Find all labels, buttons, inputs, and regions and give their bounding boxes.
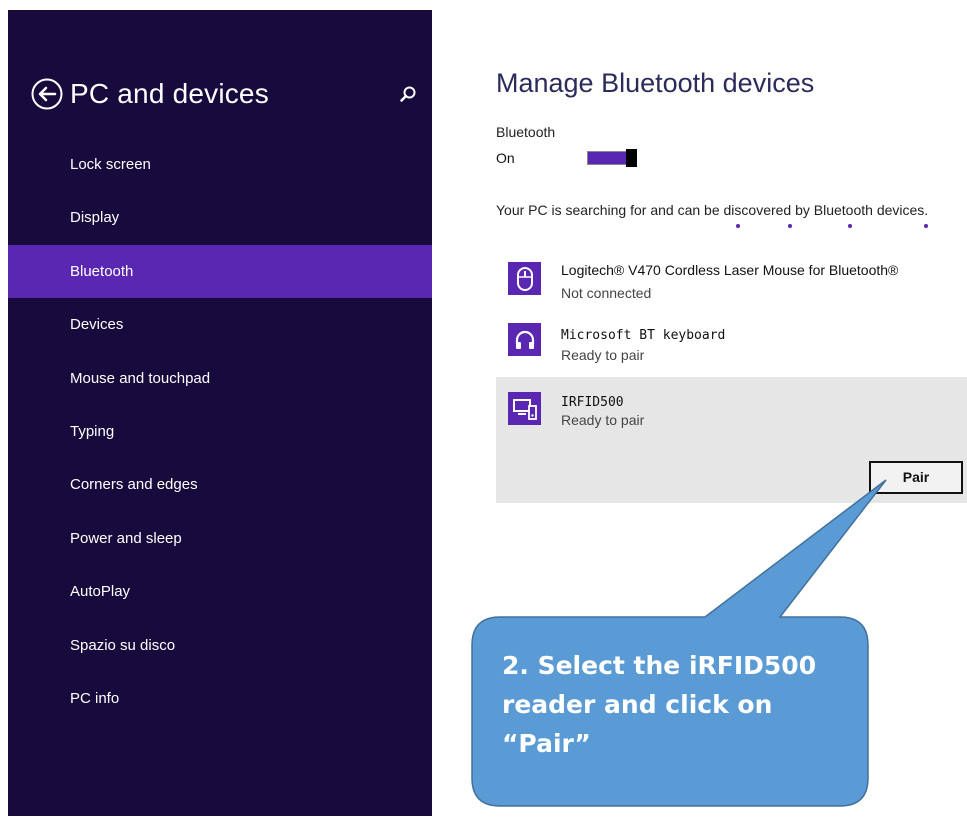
sidebar-item-pc-info[interactable]: PC info [8, 672, 432, 725]
sidebar-item-devices[interactable]: Devices [8, 298, 432, 351]
mouse-icon [508, 262, 541, 295]
sidebar-item-autoplay[interactable]: AutoPlay [8, 565, 432, 618]
toggle-track [587, 151, 627, 165]
search-icon[interactable] [398, 84, 418, 104]
sidebar-item-corners-and-edges[interactable]: Corners and edges [8, 458, 432, 511]
progress-dot [924, 224, 928, 228]
sidebar-item-disk-space[interactable]: Spazio su disco [8, 619, 432, 672]
device-status: Ready to pair [561, 347, 645, 363]
device-name: IRFID500 [561, 395, 624, 410]
sidebar-item-power-and-sleep[interactable]: Power and sleep [8, 512, 432, 565]
progress-dot [848, 224, 852, 228]
toggle-thumb [626, 149, 637, 167]
sidebar-item-lock-screen[interactable]: Lock screen [8, 138, 432, 191]
device-name: Microsoft BT keyboard [561, 328, 726, 343]
device-icon [508, 392, 541, 425]
progress-dot [736, 224, 740, 228]
sidebar-nav: Lock screen Display Bluetooth Devices Mo… [8, 138, 432, 725]
device-name: Logitech® V470 Cordless Laser Mouse for … [561, 262, 899, 278]
headset-icon [508, 323, 541, 356]
searching-progress-dots [496, 222, 967, 232]
settings-sidebar: PC and devices Lock screen Display Bluet… [8, 10, 432, 816]
sidebar-item-bluetooth[interactable]: Bluetooth [8, 244, 432, 299]
sidebar-item-display[interactable]: Display [8, 191, 432, 244]
bluetooth-state: On [496, 150, 515, 166]
page-title: Manage Bluetooth devices [496, 68, 815, 98]
device-status: Ready to pair [561, 412, 645, 428]
progress-dot [788, 224, 792, 228]
sidebar-item-typing[interactable]: Typing [8, 405, 432, 458]
pair-button[interactable]: Pair [869, 461, 963, 494]
back-arrow-icon[interactable] [30, 77, 64, 111]
callout-text: 2. Select the iRFID500 reader and click … [502, 651, 817, 758]
sidebar-title: PC and devices [70, 78, 269, 109]
sidebar-header: PC and devices [30, 74, 420, 118]
search-status-text: Your PC is searching for and can be disc… [496, 202, 929, 218]
bluetooth-toggle[interactable] [587, 149, 639, 167]
device-status: Not connected [561, 285, 652, 301]
device-list-item[interactable]: Microsoft BT keyboard Ready to pair [496, 318, 967, 370]
sidebar-item-mouse-and-touchpad[interactable]: Mouse and touchpad [8, 352, 432, 405]
bluetooth-label: Bluetooth [496, 124, 556, 140]
device-list-item[interactable]: Logitech® V470 Cordless Laser Mouse for … [496, 256, 967, 308]
